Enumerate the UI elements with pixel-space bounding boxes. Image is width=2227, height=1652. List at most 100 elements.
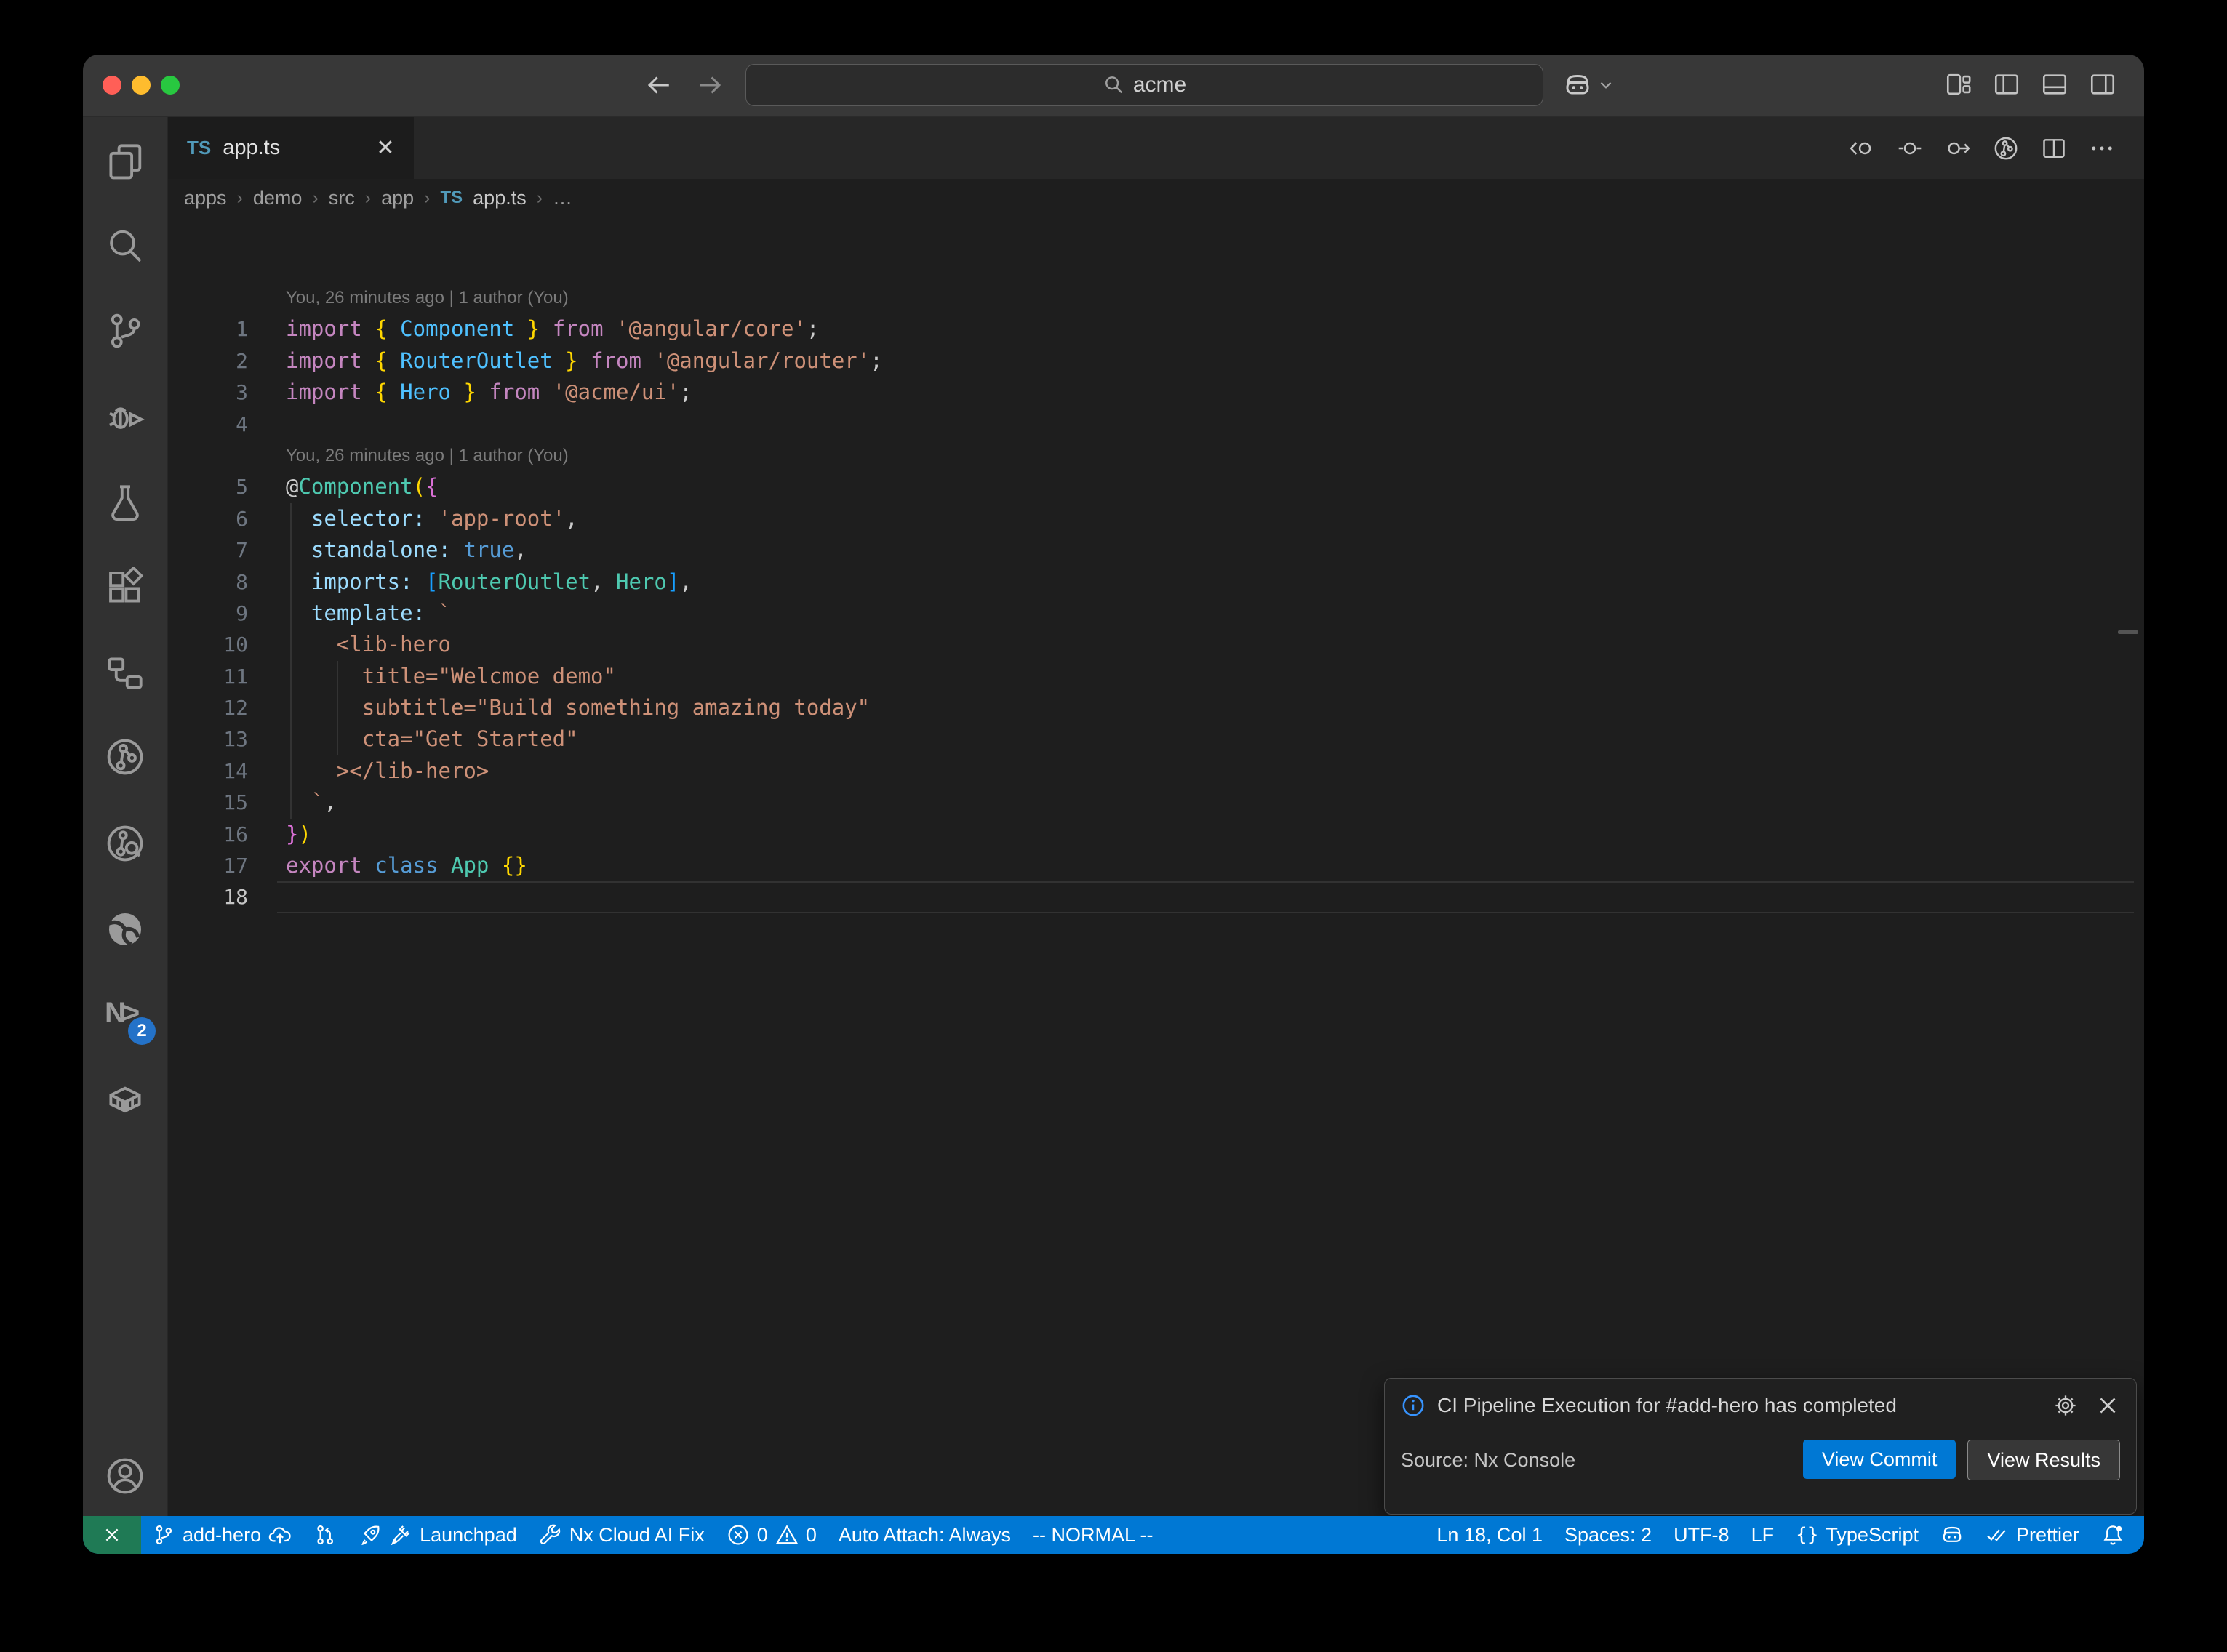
code-line-18[interactable]: 18 [168,881,2144,913]
customize-layout-icon[interactable] [1945,71,1972,98]
code-text: template: ` [277,598,451,629]
activity-item-shutter[interactable] [105,909,145,950]
activity-item-source-control-graph[interactable] [105,737,145,777]
code-line-10[interactable]: 10 <lib-hero [168,629,2144,660]
status-item-auto-attach[interactable]: Auto Attach: Always [828,1516,1022,1554]
activity-item-references[interactable] [105,653,145,694]
activity-item-run-and-debug[interactable] [105,397,145,438]
code-line-2[interactable]: 2import { RouterOutlet } from '@angular/… [168,345,2144,377]
breadcrumb-file[interactable]: app.ts [473,187,527,209]
breadcrumb-item[interactable]: src [329,187,355,209]
status-item-eol[interactable]: LF [1740,1516,1786,1554]
code-line-15[interactable]: 15 `, [168,787,2144,818]
activity-item-extensions[interactable] [105,567,145,608]
code-line-11[interactable]: 11 title="Welcmoe demo" [168,661,2144,692]
line-number[interactable]: 12 [168,692,277,723]
code-line-12[interactable]: 12 subtitle="Build something amazing tod… [168,692,2144,723]
status-item-launchpad[interactable]: Launchpad [348,1516,528,1554]
notification-close-icon[interactable] [2095,1393,2120,1418]
line-number[interactable]: 6 [168,503,277,534]
activity-item-source-control[interactable] [105,310,145,351]
code-line-9[interactable]: 9 template: ` [168,598,2144,629]
status-item-formatter[interactable]: Prettier [1975,1516,2090,1554]
status-item-copilot[interactable] [1930,1516,1975,1554]
status-item-git-compare[interactable] [303,1516,348,1554]
previous-change-icon[interactable] [1849,135,1875,161]
tab-app-ts[interactable]: TS app.ts ✕ [168,117,414,179]
status-item-git-branch[interactable]: add-hero [141,1516,303,1554]
status-item-cursor-position[interactable]: Ln 18, Col 1 [1426,1516,1554,1554]
line-number[interactable]: 2 [168,345,277,377]
status-label: Spaces: 2 [1564,1524,1652,1547]
next-change-icon[interactable] [1945,135,1971,161]
status-item-encoding[interactable]: UTF-8 [1663,1516,1740,1554]
status-item-vim-mode[interactable]: -- NORMAL -- [1022,1516,1164,1554]
breadcrumb-symbol[interactable]: … [553,187,572,209]
open-change-icon[interactable] [1897,135,1923,161]
activity-item-search[interactable] [105,226,145,267]
macos-minimize-button[interactable] [132,76,151,95]
tab-close-icon[interactable]: ✕ [373,136,398,161]
info-icon [1401,1393,1426,1418]
source-control-graph-icon[interactable] [1993,135,2019,161]
activity-item-testing[interactable] [105,482,145,523]
code-line-13[interactable]: 13 cta="Get Started" [168,723,2144,755]
line-number[interactable]: 14 [168,755,277,787]
code-line-1[interactable]: 1import { Component } from '@angular/cor… [168,313,2144,345]
code-line-17[interactable]: 17export class App {} [168,850,2144,881]
macos-close-button[interactable] [103,76,121,95]
code-line-3[interactable]: 3import { Hero } from '@acme/ui'; [168,377,2144,408]
breadcrumb-item[interactable]: apps [184,187,227,209]
status-item-nx-cloud-ai-fix[interactable]: Nx Cloud AI Fix [528,1516,716,1554]
line-number[interactable]: 4 [168,409,277,440]
activity-item-commit-search[interactable] [105,823,145,864]
macos-zoom-button[interactable] [161,76,180,95]
line-number[interactable]: 1 [168,313,277,345]
status-label: Auto Attach: Always [839,1524,1011,1547]
line-number[interactable]: 15 [168,787,277,818]
code-line-4[interactable]: 4 [168,409,2144,440]
status-item-indentation[interactable]: Spaces: 2 [1554,1516,1663,1554]
line-number[interactable]: 17 [168,850,277,881]
navigate-back-icon[interactable] [644,71,673,100]
tab-label: app.ts [223,136,280,160]
code-editor[interactable]: You, 26 minutes ago | 1 author (You)1imp… [168,278,2144,1516]
code-line-16[interactable]: 16}) [168,819,2144,850]
view-commit-button[interactable]: View Commit [1803,1440,1956,1479]
line-number[interactable]: 13 [168,723,277,755]
line-number[interactable]: 8 [168,566,277,598]
toggle-panel-icon[interactable] [2041,71,2068,98]
code-line-8[interactable]: 8 imports: [RouterOutlet, Hero], [168,566,2144,598]
navigate-forward-icon[interactable] [695,71,724,100]
breadcrumb-item[interactable]: app [381,187,414,209]
toggle-secondary-sidebar-icon[interactable] [2089,71,2116,98]
line-number[interactable]: 3 [168,377,277,408]
notification-settings-icon[interactable] [2053,1393,2078,1418]
activity-item-explorer[interactable] [105,141,145,182]
status-item-language-mode[interactable]: {}TypeScript [1785,1516,1930,1554]
more-actions-icon[interactable] [2089,135,2115,161]
activity-item-nx-console[interactable]: N>2 [105,997,145,1038]
code-line-5[interactable]: 5@Component({ [168,471,2144,502]
toggle-primary-sidebar-icon[interactable] [1993,71,2020,98]
split-editor-icon[interactable] [2041,135,2067,161]
line-number[interactable]: 11 [168,661,277,692]
line-number[interactable]: 18 [168,881,277,913]
code-line-7[interactable]: 7 standalone: true, [168,534,2144,566]
status-item-notifications-bell[interactable] [2090,1516,2135,1554]
copilot-menu[interactable] [1563,71,1615,100]
line-number[interactable]: 5 [168,471,277,502]
code-line-14[interactable]: 14 ></lib-hero> [168,755,2144,787]
breadcrumb-item[interactable]: demo [253,187,303,209]
activity-item-container[interactable] [105,1079,145,1120]
line-number[interactable]: 16 [168,819,277,850]
view-results-button[interactable]: View Results [1967,1440,2120,1480]
command-center-search[interactable]: acme [745,64,1543,106]
status-item-problems[interactable]: 00 [716,1516,828,1554]
line-number[interactable]: 7 [168,534,277,566]
line-number[interactable]: 9 [168,598,277,629]
code-line-6[interactable]: 6 selector: 'app-root', [168,503,2144,534]
activity-item-account[interactable] [105,1456,145,1496]
line-number[interactable]: 10 [168,629,277,660]
status-item-remote-indicator[interactable] [83,1516,141,1554]
